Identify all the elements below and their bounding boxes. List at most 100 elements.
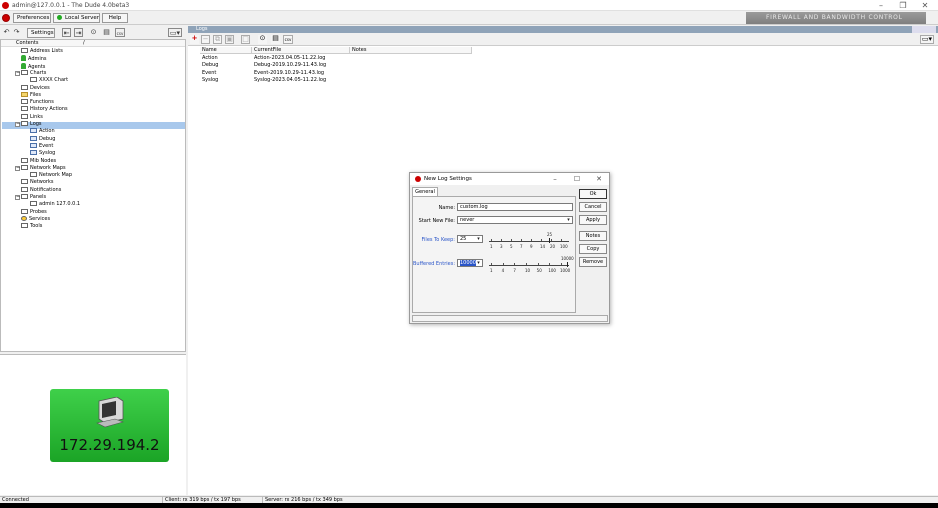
binoculars-icon[interactable]: ⊙ (89, 28, 98, 37)
tree-item[interactable]: Notifications (21, 186, 61, 194)
help-button[interactable]: Help (102, 13, 128, 23)
buffered-entries-select[interactable]: 10000 ▾ (457, 259, 483, 267)
minimize-button[interactable]: – (870, 0, 892, 11)
table-cell-notes[interactable] (350, 70, 472, 77)
notes-button[interactable]: Notes (579, 231, 607, 241)
column-header-notes[interactable]: Notes (350, 47, 472, 54)
start-new-file-select[interactable]: never ▾ (457, 216, 573, 224)
slider-thumb[interactable] (567, 262, 568, 267)
collapse-toggle-icon[interactable]: − (15, 70, 20, 76)
tree-item[interactable]: Functions (21, 99, 54, 106)
tree-item[interactable]: Debug (30, 135, 55, 143)
import-icon[interactable]: ⇥ (74, 28, 83, 37)
tree-item[interactable]: History Actions (21, 106, 68, 113)
collapse-toggle-icon[interactable]: − (15, 165, 20, 171)
tree-item-label: Syslog (39, 150, 56, 157)
tree-item[interactable]: Mib Nodes (21, 157, 56, 165)
tree-item[interactable]: Services (21, 215, 51, 223)
table-cell-name[interactable]: Action (200, 55, 252, 62)
tree-item[interactable]: Devices (21, 84, 50, 92)
tree-header: Contents / (1, 40, 185, 47)
table-cell-file[interactable]: Event-2019.10.29-11.43.log (252, 70, 350, 77)
slider-thumb[interactable] (549, 238, 550, 243)
copy-button[interactable]: Copy (579, 244, 607, 254)
files-to-keep-slider[interactable]: 1 3 5 7 9 14 20 100 25 (489, 232, 569, 250)
tree-item[interactable]: Action (30, 128, 55, 135)
remove-button[interactable]: Remove (579, 257, 607, 267)
collapse-toggle-icon[interactable]: − (15, 122, 20, 127)
apply-button[interactable]: Apply (579, 215, 607, 225)
paste-icon[interactable]: ▣ (225, 35, 234, 44)
add-icon[interactable]: + (190, 35, 199, 44)
tree-item[interactable]: Links (21, 113, 43, 121)
export-icon[interactable]: ⇤ (62, 28, 71, 37)
tree-item[interactable]: admin 127.0.0.1 (30, 201, 80, 208)
preferences-button[interactable]: Preferences (13, 13, 51, 23)
back-icon[interactable]: ↶ (2, 28, 11, 37)
dialog-maximize-button[interactable]: ☐ (570, 173, 584, 185)
maximize-button[interactable]: ❐ (892, 0, 914, 11)
start-new-file-value: never (460, 217, 475, 223)
dialog-close-button[interactable]: ✕ (592, 173, 606, 185)
tree-item[interactable]: Tools (21, 223, 42, 230)
chevron-down-icon: ▾ (477, 236, 480, 242)
copy-icon[interactable]: ⧉ (213, 35, 222, 44)
table-cell-notes[interactable] (350, 55, 472, 62)
slider-tick (511, 239, 512, 241)
tree-item[interactable]: Probes (21, 208, 47, 216)
tree-item[interactable]: Networks (21, 179, 53, 186)
comment-icon[interactable]: □ (241, 35, 250, 44)
files-to-keep-select[interactable]: 25 ▾ (457, 235, 483, 243)
dialog-minimize-button[interactable]: – (548, 173, 562, 185)
tree-item[interactable]: Syslog (30, 150, 55, 157)
csv-export-icon[interactable]: csv (283, 35, 293, 44)
table-cell-name[interactable]: Debug (200, 62, 252, 69)
csv-icon[interactable]: csv (115, 28, 125, 37)
name-field[interactable]: custom.log (457, 203, 573, 211)
tree-item[interactable]: Files (21, 91, 41, 99)
disconnect-icon[interactable] (2, 14, 10, 22)
taskbar-edge (0, 503, 938, 508)
settings-button[interactable]: Settings (27, 28, 55, 38)
list-icon (21, 99, 28, 105)
column-header-name[interactable]: Name (200, 47, 252, 54)
column-header-current-file[interactable]: CurrentFile (252, 47, 350, 54)
tree-item[interactable]: Event (30, 142, 53, 150)
cancel-button[interactable]: Cancel (579, 202, 607, 212)
tab-general[interactable]: General (412, 187, 438, 196)
tree-item[interactable]: Admins (21, 55, 47, 62)
panel-detach-icon[interactable] (912, 26, 936, 33)
tree-item[interactable]: XXXX Chart (30, 77, 68, 84)
find-icon[interactable]: ⊙ (258, 35, 267, 44)
buffered-entries-slider[interactable]: 1 4 7 10 50 100 1000 10000 (489, 256, 574, 274)
print-icon[interactable]: ▤ (102, 28, 111, 37)
close-button[interactable]: ✕ (914, 0, 936, 11)
local-server-button[interactable]: Local Server (53, 13, 100, 23)
tree-item[interactable]: Charts (21, 69, 46, 77)
tree-item[interactable]: Agents (21, 62, 45, 70)
logs-view-menu-icon[interactable]: ▭▾ (920, 35, 934, 44)
tree-item-label: Address Lists (30, 48, 63, 54)
device-tile[interactable]: 172.29.194.2 (50, 389, 169, 462)
table-cell-file[interactable]: Debug-2019.10.29-11.43.log (252, 62, 350, 69)
tree-item-label: Services (29, 215, 51, 222)
tree-item[interactable]: Logs (21, 121, 42, 128)
table-cell-file[interactable]: Action-2023.04.05-11.22.log (252, 55, 350, 62)
view-menu-icon[interactable]: ▭▾ (168, 28, 182, 37)
slider-tick-label: 1 (490, 268, 493, 273)
print-log-icon[interactable]: ▤ (271, 35, 280, 44)
table-cell-name[interactable]: Event (200, 70, 252, 77)
forward-icon[interactable]: ↷ (12, 28, 21, 37)
tree-item[interactable]: Panels (21, 194, 46, 201)
table-cell-file[interactable]: Syslog-2023.04.05-11.22.log (252, 77, 350, 84)
table-cell-notes[interactable] (350, 77, 472, 84)
remove-icon[interactable]: − (201, 35, 210, 44)
ok-button[interactable]: Ok (579, 189, 607, 199)
tree-item[interactable]: Network Maps (21, 164, 66, 172)
table-cell-notes[interactable] (350, 62, 472, 69)
collapse-toggle-icon[interactable]: − (15, 195, 20, 200)
tree-item[interactable]: Network Map (30, 172, 72, 179)
slider-tick-label: 4 (501, 268, 505, 273)
tree-item[interactable]: Address Lists (21, 48, 63, 55)
table-cell-name[interactable]: Syslog (200, 77, 252, 84)
